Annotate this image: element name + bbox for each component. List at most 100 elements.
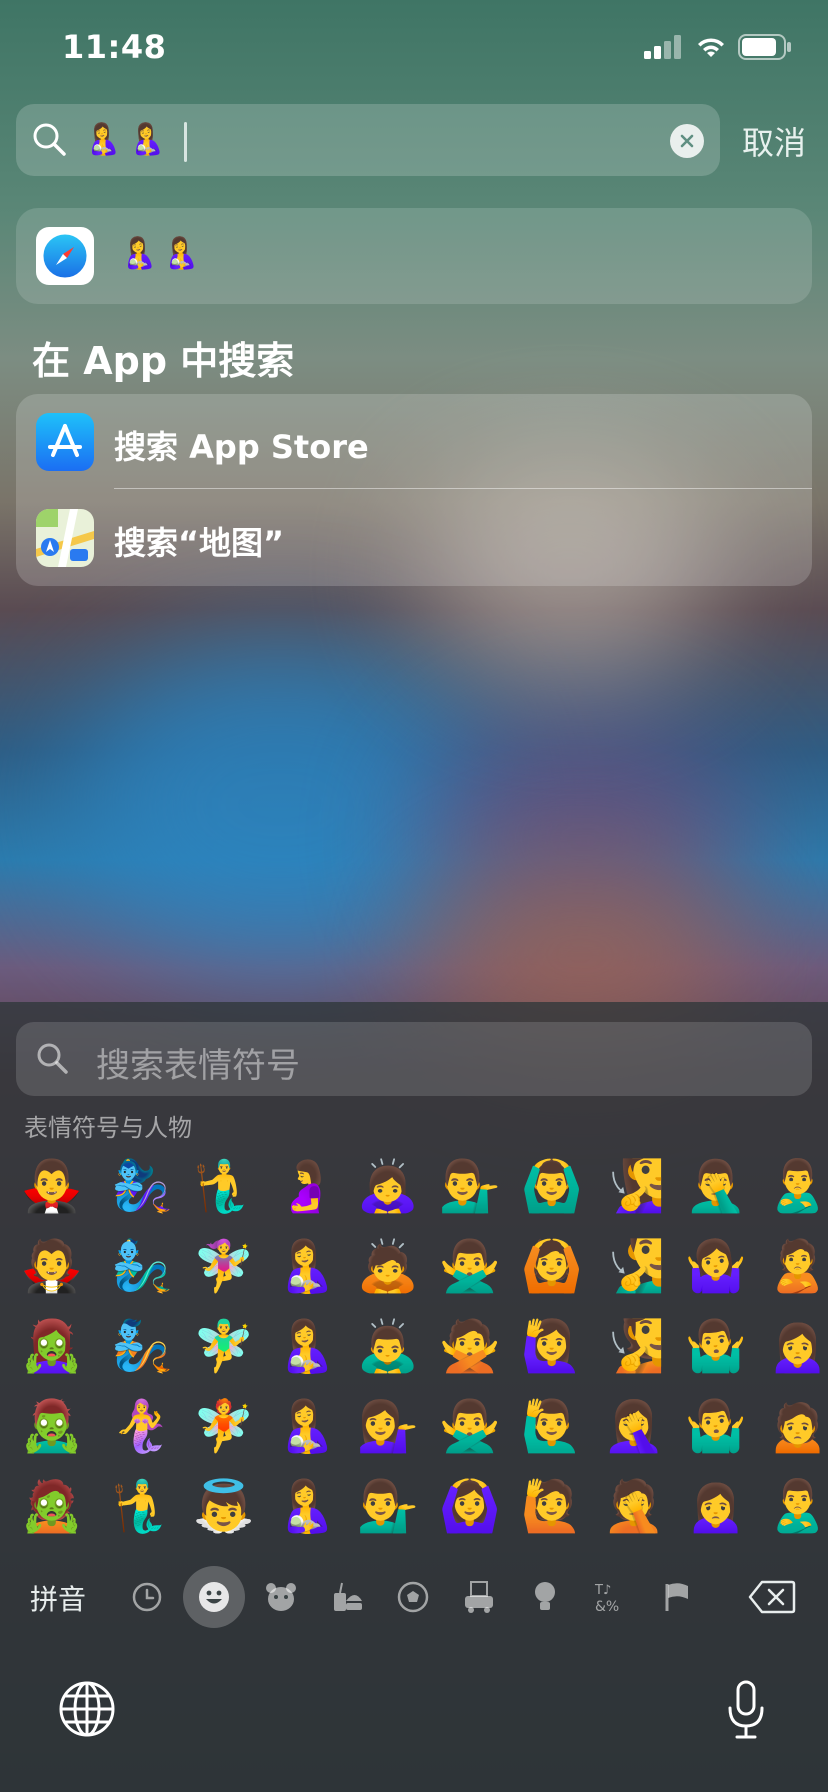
clear-search-button[interactable] (670, 124, 704, 158)
recent-icon[interactable] (118, 1568, 176, 1626)
spotlight-search-field[interactable]: 🤱 🤱 (16, 104, 720, 176)
status-time: 11:48 (62, 28, 167, 66)
emoji-key[interactable]: 🤱 (264, 1386, 348, 1466)
sports-icon[interactable] (384, 1568, 442, 1626)
query-emoji: 🤱 (128, 122, 166, 157)
emoji-key[interactable]: 🧞 (100, 1306, 184, 1386)
search-app-store-row[interactable]: 搜索 App Store (16, 394, 812, 490)
globe-icon (59, 1681, 115, 1737)
suggestion-emoji: 🤱 (120, 236, 166, 271)
emoji-key[interactable]: 🧏‍♂️ (592, 1226, 676, 1306)
emoji-key[interactable]: 🙅‍♂️ (428, 1226, 512, 1306)
status-bar: 11:48 (0, 0, 828, 100)
emoji-key[interactable]: 🤰 (264, 1146, 348, 1226)
emoji-key[interactable]: 🧟‍♂️ (10, 1386, 94, 1466)
emoji-key[interactable]: 🧛 (10, 1226, 94, 1306)
emoji-key[interactable]: 🧏 (592, 1306, 676, 1386)
emoji-key[interactable]: 🧜‍♂️ (100, 1466, 184, 1536)
emoji-grid: 🧛‍♂️ 🧞‍♀️ 🧜‍♂️ 🤰 🙇‍♀️ 💁‍♂️ 🙆‍♂️ 🧏‍♀️ 🤦‍♂… (4, 1146, 828, 1536)
svg-text:&%: &% (595, 1599, 619, 1615)
smiley-icon[interactable] (183, 1566, 245, 1628)
emoji-key[interactable]: 🧜‍♂️ (182, 1146, 266, 1226)
pinyin-switch-button[interactable]: 拼音 (30, 1578, 86, 1618)
svg-text:T♪: T♪ (594, 1583, 611, 1598)
emoji-keyboard: 搜索表情符号 表情符号与人物 🧛‍♂️ 🧞‍♀️ 🧜‍♂️ 🤰 🙇‍♀️ 💁‍♂… (0, 1002, 828, 1792)
objects-icon[interactable] (516, 1568, 574, 1626)
emoji-key[interactable]: 🙆‍♂️ (510, 1146, 594, 1226)
emoji-key[interactable]: 🧚 (182, 1386, 266, 1466)
emoji-key[interactable]: 🤱 (264, 1466, 348, 1536)
emoji-key[interactable]: 🧚‍♀️ (182, 1226, 266, 1306)
emoji-key[interactable]: 🧚‍♂️ (182, 1306, 266, 1386)
search-icon (33, 123, 66, 156)
status-icons (644, 34, 792, 60)
emoji-key[interactable]: 🙆‍♀️ (428, 1466, 512, 1536)
app-store-icon (36, 413, 94, 471)
query-emoji: 🤱 (84, 122, 122, 157)
emoji-key[interactable]: 🙅‍♂️ (428, 1386, 512, 1466)
emoji-key[interactable]: 🙇 (346, 1226, 430, 1306)
flag-icon[interactable] (648, 1568, 706, 1626)
emoji-key[interactable]: 🤷‍♂️ (674, 1386, 758, 1466)
emoji-key[interactable]: 🙎‍♂️ (756, 1146, 828, 1226)
maps-icon (36, 509, 94, 567)
cellular-signal-icon (644, 35, 681, 59)
clear-icon (680, 134, 694, 148)
row-divider (114, 488, 812, 489)
emoji-key[interactable]: 🙎‍♂️ (756, 1466, 828, 1536)
safari-icon (36, 227, 94, 285)
cancel-button[interactable]: 取消 (742, 118, 806, 164)
emoji-key[interactable]: 🤱 (264, 1226, 348, 1306)
delete-icon (748, 1580, 796, 1614)
travel-icon[interactable] (450, 1568, 508, 1626)
emoji-key[interactable]: 🙅 (428, 1306, 512, 1386)
emoji-key[interactable]: 🧏‍♀️ (592, 1146, 676, 1226)
microphone-button[interactable] (726, 1680, 766, 1744)
emoji-key[interactable]: 💁‍♀️ (346, 1386, 430, 1466)
delete-button[interactable] (748, 1580, 796, 1618)
emoji-key[interactable]: 🙍‍♀️ (674, 1466, 758, 1536)
text-caret (184, 122, 187, 162)
globe-button[interactable] (58, 1680, 116, 1742)
emoji-key[interactable]: 🤦‍♂️ (674, 1146, 758, 1226)
emoji-search-field[interactable]: 搜索表情符号 (16, 1022, 812, 1096)
emoji-key[interactable]: 🧞‍♂️ (100, 1226, 184, 1306)
emoji-key[interactable]: 🙋‍♂️ (510, 1386, 594, 1466)
emoji-key[interactable]: 🤷‍♂️ (674, 1306, 758, 1386)
search-maps-label: 搜索“地图” (114, 524, 285, 562)
search-icon (37, 1043, 68, 1074)
emoji-key[interactable]: 🧛‍♂️ (10, 1146, 94, 1226)
safari-suggestion[interactable]: 🤱 🤱 (16, 208, 812, 304)
emoji-key[interactable]: 🤱 (264, 1306, 348, 1386)
emoji-key[interactable]: 💁‍♂️ (428, 1146, 512, 1226)
search-in-apps-list: 搜索 App Store 搜索“地图” (16, 394, 812, 586)
emoji-key[interactable]: 🙎 (756, 1226, 828, 1306)
wifi-icon (698, 38, 724, 57)
emoji-key[interactable]: 🙍‍♀️ (756, 1306, 828, 1386)
search-app-store-label: 搜索 App Store (114, 428, 369, 466)
animal-icon[interactable] (252, 1568, 310, 1626)
emoji-key[interactable]: 🙍 (756, 1386, 828, 1466)
suggestion-emoji: 🤱 (162, 236, 208, 271)
symbols-icon[interactable]: T♪ &% (582, 1568, 640, 1626)
emoji-key[interactable]: 💁‍♂️ (346, 1466, 430, 1536)
emoji-key[interactable]: 🙋 (510, 1466, 594, 1536)
emoji-search-placeholder: 搜索表情符号 (96, 1046, 300, 1086)
emoji-key[interactable]: 🧜‍♀️ (100, 1386, 184, 1466)
section-title: 在 App 中搜索 (32, 339, 295, 383)
emoji-key[interactable]: 🙇‍♀️ (346, 1146, 430, 1226)
emoji-key[interactable]: 🤷‍♀️ (674, 1226, 758, 1306)
emoji-key[interactable]: 🧞‍♀️ (100, 1146, 184, 1226)
emoji-category-bar: 拼音 T♪ &% (0, 1562, 828, 1632)
emoji-key[interactable]: 🧟‍♀️ (10, 1306, 94, 1386)
emoji-key[interactable]: 👼 (182, 1466, 266, 1536)
emoji-key[interactable]: 🤦‍♀️ (592, 1386, 676, 1466)
emoji-key[interactable]: 🧟 (10, 1466, 94, 1536)
emoji-key[interactable]: 🙇‍♂️ (346, 1306, 430, 1386)
search-maps-row[interactable]: 搜索“地图” (16, 490, 812, 586)
microphone-icon (728, 1680, 764, 1739)
food-icon[interactable] (318, 1568, 376, 1626)
emoji-key[interactable]: 🙋‍♀️ (510, 1306, 594, 1386)
emoji-key[interactable]: 🤦 (592, 1466, 676, 1536)
emoji-key[interactable]: 🙆 (510, 1226, 594, 1306)
